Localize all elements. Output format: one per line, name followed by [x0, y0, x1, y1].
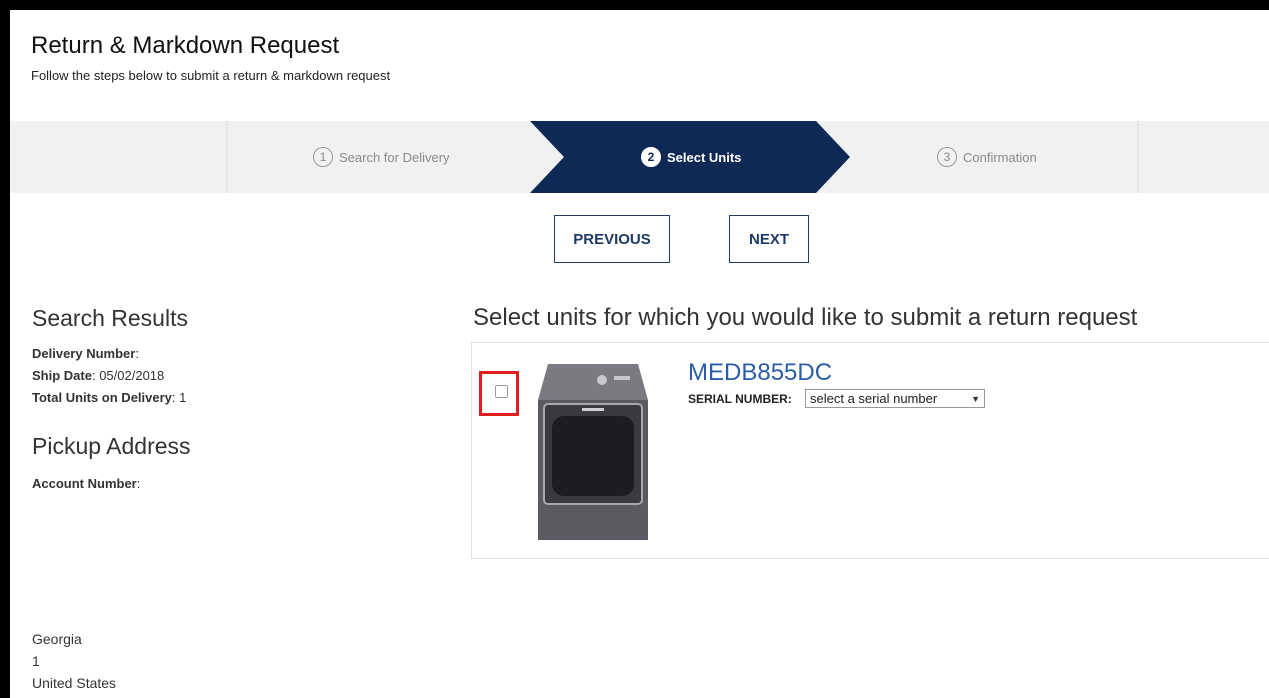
- search-results-heading: Search Results: [32, 305, 188, 331]
- page: Return & Markdown Request Follow the ste…: [10, 10, 1269, 698]
- total-units-row: Total Units on Delivery: 1: [32, 390, 186, 405]
- dryer-window: [552, 416, 634, 496]
- page-subtitle: Follow the steps below to submit a retur…: [31, 68, 391, 83]
- account-number-value: :: [136, 476, 141, 491]
- delivery-number-row: Delivery Number:: [32, 346, 139, 361]
- pickup-address-heading: Pickup Address: [32, 433, 191, 459]
- address-line-state: Georgia: [32, 631, 82, 647]
- dryer-display: [614, 376, 630, 380]
- delivery-number-label: Delivery Number: [32, 346, 136, 361]
- page-title: Return & Markdown Request: [31, 32, 340, 59]
- step-select-units[interactable]: 2 Select Units: [641, 121, 741, 193]
- units-heading: Select units for which you would like to…: [473, 304, 1138, 331]
- account-number-label: Account Number: [32, 476, 137, 491]
- step-label: Search for Delivery: [339, 149, 450, 165]
- chevron-down-icon: ▼: [971, 393, 980, 404]
- delivery-number-value: :: [135, 346, 139, 361]
- serial-select-value: select a serial number: [810, 391, 938, 406]
- step-search-for-delivery[interactable]: 1 Search for Delivery: [313, 121, 450, 193]
- step-label: Select Units: [667, 149, 742, 165]
- account-number-row: Account Number:: [32, 476, 140, 491]
- step-bar-graphic: [226, 121, 1139, 193]
- total-units-label: Total Units on Delivery: [32, 390, 172, 405]
- step-label: Confirmation: [963, 149, 1037, 165]
- next-button[interactable]: NEXT: [729, 215, 809, 263]
- previous-button[interactable]: PREVIOUS: [554, 215, 670, 263]
- step-number: 1: [313, 147, 333, 167]
- dryer-logo: [582, 408, 604, 411]
- step-confirmation[interactable]: 3 Confirmation: [937, 121, 1037, 193]
- address-line-country: United States: [32, 675, 117, 691]
- ship-date-label: Ship Date: [32, 368, 92, 383]
- dryer-top: [538, 364, 648, 400]
- unit-model-number[interactable]: MEDB855DC: [688, 359, 832, 387]
- step-number: 2: [641, 147, 661, 167]
- address-line-number: 1: [32, 653, 40, 669]
- step-progress-bar: 1 Search for Delivery 2 Select Units 3 C…: [10, 121, 1269, 193]
- ship-date-value: : 05/02/2018: [91, 368, 165, 383]
- dryer-knob-icon: [597, 375, 607, 385]
- unit-select-checkbox[interactable]: [495, 385, 508, 398]
- total-units-value: : 1: [171, 390, 187, 405]
- step-number: 3: [937, 147, 957, 167]
- ship-date-row: Ship Date: 05/02/2018: [32, 368, 164, 383]
- dryer-image: [538, 364, 648, 540]
- serial-number-select[interactable]: select a serial number ▼: [805, 389, 985, 408]
- serial-number-label: SERIAL NUMBER:: [688, 392, 792, 406]
